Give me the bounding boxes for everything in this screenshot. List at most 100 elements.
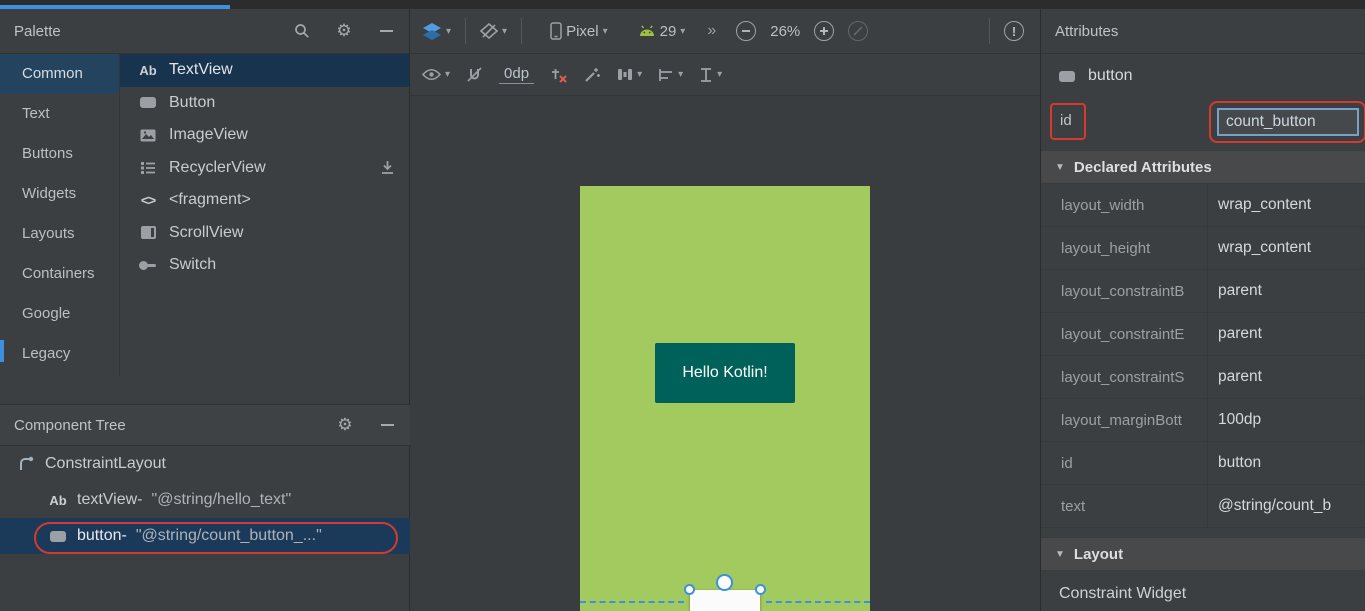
switch-icon bbox=[138, 256, 158, 274]
palette-item-recyclerview[interactable]: RecyclerView bbox=[120, 152, 409, 185]
attribute-value[interactable]: @string/count_b bbox=[1208, 485, 1365, 527]
minimize-icon[interactable] bbox=[377, 22, 395, 40]
constraint-handle-top-center[interactable] bbox=[716, 574, 733, 591]
palette-item-label: ImageView bbox=[169, 126, 248, 144]
search-icon[interactable] bbox=[293, 22, 311, 40]
button-icon bbox=[138, 94, 158, 112]
attribute-value[interactable]: 100dp bbox=[1208, 399, 1365, 441]
orientation-selector[interactable]: ▾ bbox=[480, 23, 507, 39]
palette-category-google[interactable]: Google bbox=[0, 294, 119, 334]
attribute-name: layout_width bbox=[1041, 184, 1208, 226]
zoom-out-button[interactable] bbox=[736, 21, 757, 41]
attribute-row: text @string/count_b bbox=[1041, 485, 1365, 528]
constraint-line-right bbox=[766, 601, 870, 603]
zoom-to-fit-button[interactable] bbox=[848, 21, 869, 41]
palette-item-scrollview[interactable]: ScrollView bbox=[120, 217, 409, 250]
attribute-value[interactable]: parent bbox=[1208, 313, 1365, 355]
download-icon[interactable] bbox=[380, 160, 395, 175]
palette-items: Ab TextView Button ImageView RecyclerVie… bbox=[120, 54, 409, 376]
palette-item-textview[interactable]: Ab TextView bbox=[120, 54, 409, 87]
attribute-value[interactable]: button bbox=[1208, 442, 1365, 484]
device-screen-preview[interactable]: Hello Kotlin! bbox=[580, 186, 870, 611]
guidelines-button[interactable]: ▾ bbox=[699, 67, 722, 83]
hello-kotlin-button-preview[interactable]: Hello Kotlin! bbox=[655, 343, 795, 403]
palette-item-fragment[interactable]: <> <fragment> bbox=[120, 184, 409, 217]
toolbar-divider bbox=[521, 18, 523, 44]
layout-section-header[interactable]: ▼ Layout bbox=[1041, 537, 1365, 571]
palette-title: Palette bbox=[14, 22, 61, 40]
palette-item-imageview[interactable]: ImageView bbox=[120, 119, 409, 152]
palette-category-containers[interactable]: Containers bbox=[0, 254, 119, 294]
palette-category-buttons[interactable]: Buttons bbox=[0, 134, 119, 174]
clear-constraints-button[interactable] bbox=[550, 67, 568, 83]
tree-item-textview[interactable]: Ab textView- "@string/hello_text" bbox=[0, 482, 410, 518]
infer-constraints-button[interactable] bbox=[584, 66, 601, 83]
api-level-selector[interactable]: 29 ▾ bbox=[638, 23, 685, 40]
chevron-down-icon: ▾ bbox=[446, 25, 452, 37]
section-title: Declared Attributes bbox=[1073, 158, 1212, 176]
palette-category-layouts[interactable]: Layouts bbox=[0, 214, 119, 254]
palette-item-label: RecyclerView bbox=[169, 158, 266, 176]
attribute-value[interactable]: parent bbox=[1208, 356, 1365, 398]
attribute-name: layout_marginBott bbox=[1041, 399, 1208, 441]
collapse-arrow-icon: ▼ bbox=[1055, 548, 1065, 560]
palette-item-label: <fragment> bbox=[169, 191, 251, 209]
constraint-handle-top-right[interactable] bbox=[755, 584, 766, 595]
issues-panel-button[interactable]: ! bbox=[1004, 21, 1024, 41]
palette-header: Palette ⚙ bbox=[0, 9, 409, 54]
palette-item-button[interactable]: Button bbox=[120, 87, 409, 120]
tree-item-label: ConstraintLayout bbox=[45, 455, 166, 472]
attribute-row: layout_marginBott 100dp bbox=[1041, 399, 1365, 442]
declared-attributes-section-header[interactable]: ▼ Declared Attributes bbox=[1041, 150, 1365, 184]
toolwindow-stripe-indicator bbox=[0, 340, 4, 362]
tree-item-label: textView- bbox=[77, 491, 143, 508]
button-icon bbox=[1057, 67, 1077, 85]
attribute-name: layout_constraintE bbox=[1041, 313, 1208, 355]
zoom-level-label: 26% bbox=[770, 22, 801, 40]
attribute-value[interactable]: wrap_content bbox=[1208, 184, 1365, 226]
zoom-in-button[interactable] bbox=[814, 21, 835, 41]
view-options-button[interactable]: ▾ bbox=[422, 68, 450, 81]
attribute-row: layout_constraintE parent bbox=[1041, 313, 1365, 356]
default-margin-selector[interactable]: 0dp bbox=[499, 65, 535, 84]
palette-item-label: Switch bbox=[169, 256, 217, 274]
palette-category-common[interactable]: Common bbox=[0, 54, 119, 94]
recyclerview-icon bbox=[138, 159, 158, 177]
id-value-input[interactable] bbox=[1217, 108, 1359, 136]
selected-button-widget[interactable] bbox=[684, 574, 766, 611]
attribute-value[interactable]: wrap_content bbox=[1208, 227, 1365, 269]
palette-category-widgets[interactable]: Widgets bbox=[0, 174, 119, 214]
constraint-widget-label: Constraint Widget bbox=[1059, 585, 1187, 602]
id-attribute-label: id bbox=[1060, 112, 1072, 129]
component-tree-header: Component Tree ⚙ bbox=[0, 404, 410, 446]
attribute-row: layout_height wrap_content bbox=[1041, 227, 1365, 270]
design-canvas[interactable]: Hello Kotlin! bbox=[410, 96, 1040, 611]
toolbar-overflow-icon[interactable]: » bbox=[707, 22, 716, 40]
component-tree-panel: Component Tree ⚙ ConstraintLayout Ab tex… bbox=[0, 404, 410, 554]
attribute-value[interactable]: parent bbox=[1208, 270, 1365, 312]
minimize-icon[interactable] bbox=[378, 416, 396, 434]
editor-tab-strip bbox=[0, 0, 1365, 9]
gear-icon[interactable]: ⚙ bbox=[336, 415, 354, 434]
design-editor: ▾ ▾ Pixel ▾ 29 ▾ » 26% ! ▾ 0dp ▾ ▾ ▾ Hel… bbox=[410, 9, 1040, 611]
palette-item-switch[interactable]: Switch bbox=[120, 249, 409, 282]
palette-item-label: Button bbox=[169, 93, 216, 111]
design-surface-selector[interactable]: ▾ bbox=[422, 22, 452, 40]
toolbar-divider bbox=[465, 18, 467, 44]
autoconnect-off-icon[interactable] bbox=[466, 66, 483, 83]
button-icon bbox=[48, 527, 68, 545]
constraint-handle-top-left[interactable] bbox=[684, 584, 695, 595]
device-selector[interactable]: Pixel ▾ bbox=[550, 22, 608, 40]
gear-icon[interactable]: ⚙ bbox=[335, 21, 353, 40]
tree-item-value: "@string/hello_text" bbox=[151, 491, 292, 508]
tree-item-constraintlayout[interactable]: ConstraintLayout bbox=[0, 446, 410, 482]
palette-category-legacy[interactable]: Legacy bbox=[0, 334, 119, 374]
pack-button[interactable]: ▾ bbox=[617, 67, 642, 82]
attributes-header: Attributes bbox=[1041, 9, 1365, 54]
design-toolbar: ▾ ▾ Pixel ▾ 29 ▾ » 26% ! bbox=[410, 9, 1040, 54]
palette-category-text[interactable]: Text bbox=[0, 94, 119, 134]
align-button[interactable]: ▾ bbox=[658, 68, 683, 82]
attribute-row: layout_constraintB parent bbox=[1041, 270, 1365, 313]
attribute-name: text bbox=[1041, 485, 1208, 527]
tree-item-button[interactable]: button- "@string/count_button_..." bbox=[0, 518, 410, 554]
